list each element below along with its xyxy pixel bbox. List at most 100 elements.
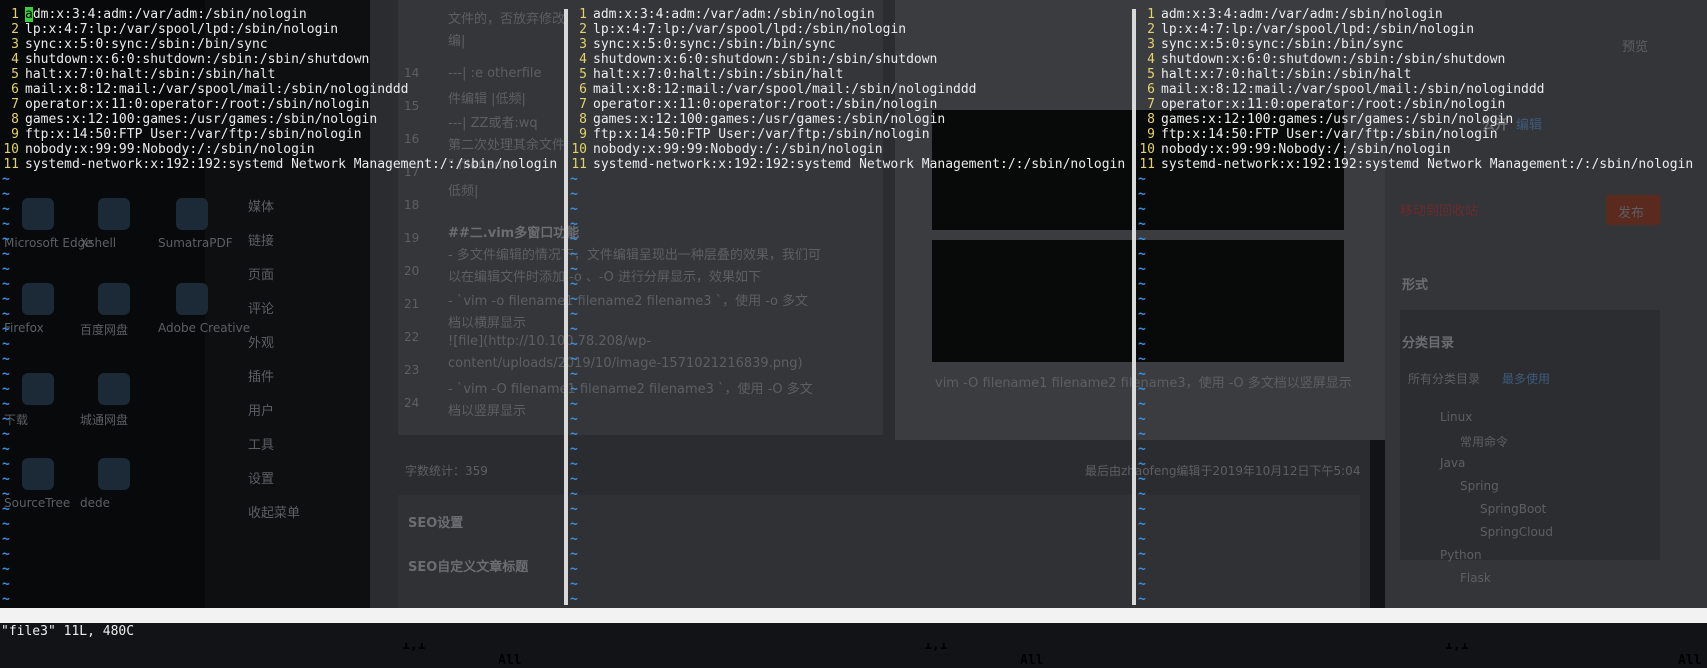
buffer-line[interactable]: 1 adm:x:3:4:adm:/var/adm:/sbin/nologin [568, 7, 1125, 22]
tilde-line: ~ [570, 337, 578, 352]
tilde-line: ~ [570, 427, 578, 442]
line-text: mail:x:8:12:mail:/var/spool/mail:/sbin/n… [593, 82, 977, 97]
line-number: 3 [579, 37, 587, 52]
tilde-line: ~ [1138, 277, 1146, 292]
tilde-line: ~ [2, 562, 10, 577]
buffer-line[interactable]: 2 lp:x:4:7:lp:/var/spool/lpd:/sbin/nologi… [568, 22, 1125, 37]
buffer-line[interactable]: 9 ftp:x:14:50:FTP User:/var/ftp:/sbin/nol… [0, 127, 557, 142]
buffer-line[interactable]: 4 shutdown:x:6:0:shutdown:/sbin:/sbin/shu… [1136, 52, 1693, 67]
line-text: ftp:x:14:50:FTP User:/var/ftp:/sbin/nolo… [593, 127, 930, 142]
buffer-line[interactable]: 7 operator:x:11:0:operator:/root:/sbin/no… [568, 97, 1125, 112]
line-text: operator:x:11:0:operator:/root:/sbin/nol… [25, 97, 370, 112]
line-text: halt:x:7:0:halt:/sbin:/sbin/halt [25, 67, 276, 82]
buffer-line[interactable]: 2 lp:x:4:7:lp:/var/spool/lpd:/sbin/nologi… [0, 22, 557, 37]
buffer-line[interactable]: 8 games:x:12:100:games:/usr/games:/sbin/n… [1136, 112, 1693, 127]
buffer-line[interactable]: 8 games:x:12:100:games:/usr/games:/sbin/n… [0, 112, 557, 127]
text-cursor: a [25, 7, 33, 22]
tilde-line: ~ [1138, 307, 1146, 322]
tilde-line: ~ [570, 397, 578, 412]
buffer-line[interactable]: 11 systemd-network:x:192:192:systemd Netw… [1136, 157, 1693, 172]
buffer-line[interactable]: 3 sync:x:5:0:sync:/sbin:/bin/sync [568, 37, 1125, 52]
line-text: adm:x:3:4:adm:/var/adm:/sbin/nologin [593, 7, 875, 22]
vim-pane-file2[interactable]: 1 adm:x:3:4:adm:/var/adm:/sbin/nologin 2 lp… [568, 0, 1132, 608]
buffer-line[interactable]: 6 mail:x:8:12:mail:/var/spool/mail:/sbin/… [0, 82, 557, 97]
tilde-line: ~ [1138, 412, 1146, 427]
tilde-line: ~ [1138, 442, 1146, 457]
tilde-line: ~ [570, 562, 578, 577]
tilde-line: ~ [1138, 172, 1146, 187]
status-scroll: All [1020, 653, 1044, 668]
empty-lines: ~ ~ ~ ~ ~ ~ ~ ~ ~ ~ ~ ~ ~ ~ ~ ~ ~ ~ ~ ~ ~ ~ ~ ~ ~ ~ ~ ~ ~ [1136, 172, 1146, 607]
tilde-line: ~ [2, 547, 10, 562]
vim-pane-file1[interactable]: 1 adm:x:3:4:adm:/var/adm:/sbin/nologin 2 lp… [0, 0, 564, 608]
line-text: halt:x:7:0:halt:/sbin:/sbin/halt [1161, 67, 1412, 82]
buffer-line[interactable]: 7 operator:x:11:0:operator:/root:/sbin/no… [0, 97, 557, 112]
tilde-line: ~ [570, 547, 578, 562]
buffer-line[interactable]: 4 shutdown:x:6:0:shutdown:/sbin:/sbin/shu… [568, 52, 1125, 67]
tilde-line: ~ [2, 532, 10, 547]
status-line-file2: file2 1,1 All [524, 608, 1132, 668]
tilde-line: ~ [570, 262, 578, 277]
buffer-line[interactable]: 5 halt:x:7:0:halt:/sbin:/sbin/halt [0, 67, 557, 82]
tilde-line: ~ [2, 277, 10, 292]
buffer-line[interactable]: 9 ftp:x:14:50:FTP User:/var/ftp:/sbin/nol… [568, 127, 1125, 142]
tilde-line: ~ [1138, 352, 1146, 367]
tilde-line: ~ [2, 352, 10, 367]
buffer-line[interactable]: 8 games:x:12:100:games:/usr/games:/sbin/n… [568, 112, 1125, 127]
line-number: 7 [11, 97, 19, 112]
line-number: 4 [1147, 52, 1155, 67]
line-number: 7 [579, 97, 587, 112]
buffer-line[interactable]: 11 systemd-network:x:192:192:systemd Netw… [568, 157, 1125, 172]
line-text: systemd-network:x:192:192:systemd Networ… [25, 157, 558, 172]
buffer-line[interactable]: 3 sync:x:5:0:sync:/sbin:/bin/sync [1136, 37, 1693, 52]
buffer-line[interactable]: 5 halt:x:7:0:halt:/sbin:/sbin/halt [568, 67, 1125, 82]
line-text: operator:x:11:0:operator:/root:/sbin/nol… [1161, 97, 1506, 112]
buffer-line[interactable]: 5 halt:x:7:0:halt:/sbin:/sbin/halt [1136, 67, 1693, 82]
tilde-line: ~ [570, 322, 578, 337]
buffer-line[interactable]: 1 adm:x:3:4:adm:/var/adm:/sbin/nologin [1136, 7, 1693, 22]
tilde-line: ~ [1138, 577, 1146, 592]
line-text: halt:x:7:0:halt:/sbin:/sbin/halt [593, 67, 844, 82]
buffer-line[interactable]: 10 nobody:x:99:99:Nobody:/:/sbin/nologin [568, 142, 1125, 157]
line-number: 3 [1147, 37, 1155, 52]
line-number: 10 [3, 142, 19, 157]
tilde-line: ~ [1138, 532, 1146, 547]
line-text: lp:x:4:7:lp:/var/spool/lpd:/sbin/nologin [593, 22, 907, 37]
tilde-line: ~ [1138, 472, 1146, 487]
tilde-line: ~ [570, 487, 578, 502]
buffer-line[interactable]: 10 nobody:x:99:99:Nobody:/:/sbin/nologin [1136, 142, 1693, 157]
tilde-line: ~ [570, 277, 578, 292]
vim-command-line[interactable]: "file3" 11L, 480C [0, 623, 1707, 643]
line-text: mail:x:8:12:mail:/var/spool/mail:/sbin/n… [25, 82, 409, 97]
buffer-line[interactable]: 11 systemd-network:x:192:192:systemd Netw… [0, 157, 557, 172]
line-number: 9 [11, 127, 19, 142]
line-number: 2 [1147, 22, 1155, 37]
tilde-line: ~ [2, 232, 10, 247]
tilde-line: ~ [2, 397, 10, 412]
tilde-line: ~ [2, 457, 10, 472]
tilde-line: ~ [570, 232, 578, 247]
tilde-line: ~ [570, 382, 578, 397]
status-scroll: All [498, 653, 522, 668]
line-text: adm:x:3:4:adm:/var/adm:/sbin/nologin [1161, 7, 1443, 22]
buffer-line[interactable]: 4 shutdown:x:6:0:shutdown:/sbin:/sbin/shu… [0, 52, 557, 67]
tilde-line: ~ [570, 292, 578, 307]
status-line-file3: file3 1,1 All [1047, 608, 1707, 668]
line-text: games:x:12:100:games:/usr/games:/sbin/no… [593, 112, 946, 127]
tilde-line: ~ [2, 412, 10, 427]
buffer-line[interactable]: 6 mail:x:8:12:mail:/var/spool/mail:/sbin/… [568, 82, 1125, 97]
tilde-line: ~ [1138, 427, 1146, 442]
empty-lines: ~ ~ ~ ~ ~ ~ ~ ~ ~ ~ ~ ~ ~ ~ ~ ~ ~ ~ ~ ~ ~ ~ ~ ~ ~ ~ ~ ~ ~ [0, 172, 10, 607]
buffer-line[interactable]: 6 mail:x:8:12:mail:/var/spool/mail:/sbin/… [1136, 82, 1693, 97]
vim-pane-file3[interactable]: 1 adm:x:3:4:adm:/var/adm:/sbin/nologin 2 lp… [1136, 0, 1707, 608]
tilde-line: ~ [570, 517, 578, 532]
line-text: sync:x:5:0:sync:/sbin:/bin/sync [593, 37, 836, 52]
buffer-line[interactable]: 1 adm:x:3:4:adm:/var/adm:/sbin/nologin [0, 7, 557, 22]
tilde-line: ~ [1138, 397, 1146, 412]
buffer-line[interactable]: 10 nobody:x:99:99:Nobody:/:/sbin/nologin [0, 142, 557, 157]
line-number: 5 [1147, 67, 1155, 82]
buffer-line[interactable]: 2 lp:x:4:7:lp:/var/spool/lpd:/sbin/nologi… [1136, 22, 1693, 37]
buffer-line[interactable]: 7 operator:x:11:0:operator:/root:/sbin/no… [1136, 97, 1693, 112]
buffer-line[interactable]: 9 ftp:x:14:50:FTP User:/var/ftp:/sbin/nol… [1136, 127, 1693, 142]
buffer-line[interactable]: 3 sync:x:5:0:sync:/sbin:/bin/sync [0, 37, 557, 52]
